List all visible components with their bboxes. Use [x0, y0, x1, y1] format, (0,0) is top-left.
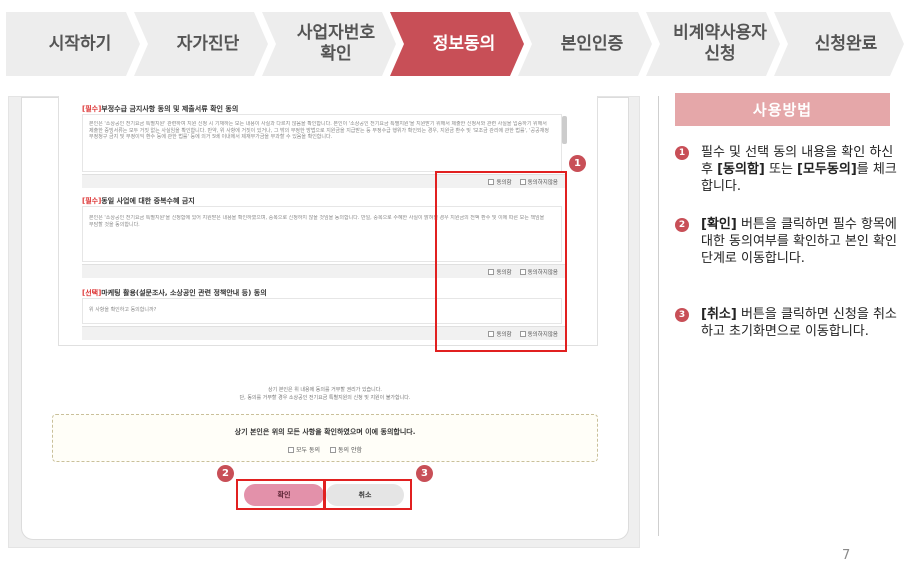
howto-item-2: 2 [확인] 버튼을 클릭하면 필수 항목에 대한 동의여부를 확인하고 본인 … — [675, 216, 905, 267]
highlight-box-confirm — [236, 479, 325, 510]
step-business-number: 사업자번호 확인 — [262, 12, 396, 76]
howto-item-1: 1 필수 및 선택 동의 내용을 확인 하신 후 [동의함] 또는 [모두동의]… — [675, 144, 905, 195]
all-consent-box: 상기 본인은 위의 모든 사항을 확인하였으며 이에 동의합니다. 모두 동의 … — [52, 414, 598, 462]
section-1-textbox[interactable]: 본인은 '소상공인 전기요금 특별지원' 관련하여 지원 신청 시 기재하는 모… — [82, 114, 562, 172]
section-1-body: 본인은 '소상공인 전기요금 특별지원' 관련하여 지원 신청 시 기재하는 모… — [89, 121, 549, 140]
page-number: 7 — [842, 548, 851, 563]
progress-stepper: 시작하기 자가진단 사업자번호 확인 정보동의 본인인증 비계약사용자 신청 신… — [6, 12, 904, 76]
step-complete: 신청완료 — [774, 12, 904, 76]
highlight-box-cancel — [324, 479, 412, 510]
step-self-diagnosis: 자가진단 — [134, 12, 268, 76]
step-badge-3: 3 — [416, 465, 433, 482]
howto-num-3-icon: 3 — [675, 308, 689, 322]
vertical-divider — [658, 96, 659, 536]
howto-item-3: 3 [취소] 버튼을 클릭하면 신청을 취소하고 초기화면으로 이동합니다. — [675, 306, 905, 340]
section-3-title: [선택]마케팅 활용(설문조사, 소상공인 관련 정책안내 등) 동의 — [82, 289, 267, 297]
highlight-box-agree-checkboxes — [435, 171, 567, 352]
howto-num-1-icon: 1 — [675, 146, 689, 160]
step-badge-2: 2 — [217, 465, 234, 482]
step-non-contract-user: 비계약사용자 신청 — [646, 12, 780, 76]
all-consent-title: 상기 본인은 위의 모든 사항을 확인하였으며 이에 동의합니다. — [234, 428, 416, 436]
step-start: 시작하기 — [6, 12, 140, 76]
step-info-consent: 정보동의 — [390, 12, 524, 76]
howto-num-2-icon: 2 — [675, 218, 689, 232]
section-2-title: [필수]동일 사업에 대한 중복수혜 금지 — [82, 197, 195, 205]
step-badge-1: 1 — [569, 155, 586, 172]
howto-title: 사용방법 — [675, 93, 890, 126]
section-1-title: [필수]부정수급 금지사항 동의 및 제출서류 확인 동의 — [82, 105, 239, 113]
consent-notice: 상기 본인은 위 내용에 동의를 거부할 권리가 있습니다. 단, 동의를 거부… — [239, 387, 411, 401]
all-agree-checkbox[interactable]: 모두 동의 — [288, 445, 320, 454]
section-1-scrollbar[interactable] — [562, 116, 567, 144]
all-disagree-checkbox[interactable]: 동의 안함 — [330, 445, 362, 454]
step-identity-verification: 본인인증 — [518, 12, 652, 76]
